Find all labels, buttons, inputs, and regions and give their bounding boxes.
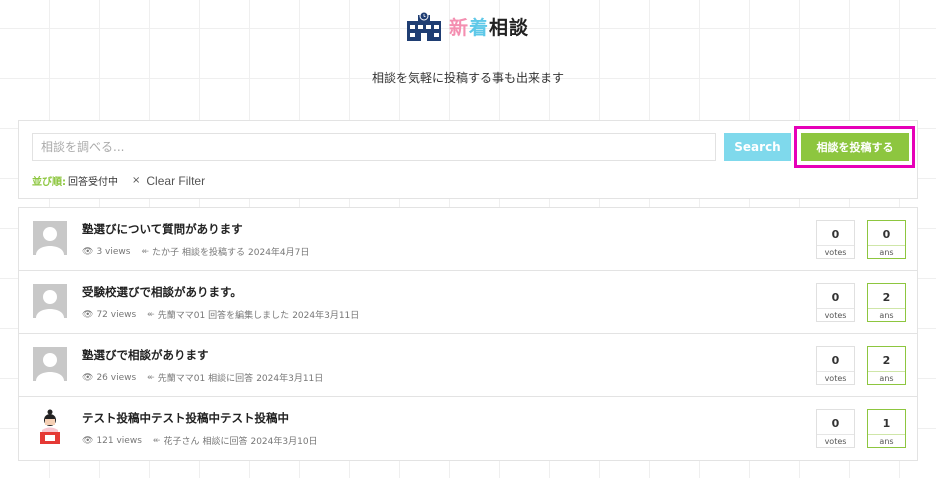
view-count: 26 views: [96, 372, 137, 383]
votes-count: 0: [831, 228, 840, 241]
question-meta: 👁 3 views ↞ たか子 相談を投稿する 2024年4月7日: [82, 245, 312, 259]
answers-count: 0: [882, 228, 891, 241]
eye-icon: 👁: [82, 435, 94, 446]
answers-box: 1 ans: [867, 409, 906, 448]
view-count: 121 views: [96, 435, 142, 446]
page-subtitle: 相談を気軽に投稿する事も出来ます: [371, 71, 564, 85]
activity-icon: ↞: [147, 372, 155, 383]
eye-icon: 👁: [82, 372, 94, 383]
search-input[interactable]: [32, 133, 716, 161]
answers-label: ans: [868, 308, 905, 320]
school-building-icon: [406, 11, 441, 41]
answers-count: 2: [882, 354, 891, 367]
sort-value[interactable]: 回答受付中: [68, 173, 118, 188]
activity-action: 回答を編集しました: [208, 311, 290, 321]
votes-count: 0: [831, 354, 840, 367]
clear-filter-link[interactable]: Clear Filter: [146, 174, 205, 188]
answers-box: 0 ans: [867, 220, 906, 259]
activity-icon: ↞: [147, 309, 155, 320]
question-meta: 👁 26 views ↞ 先蘭ママ01 相談に回答 2024年3月11日: [82, 371, 326, 385]
avatar: [33, 347, 67, 381]
question-item[interactable]: 塾選びについて質問があります 👁 3 views ↞ たか子 相談を投稿する 2…: [19, 208, 917, 271]
votes-count: 0: [831, 417, 840, 430]
question-item[interactable]: 塾選びで相談があります 👁 26 views ↞ 先蘭ママ01 相談に回答 20…: [19, 334, 917, 397]
search-panel: Search 相談を投稿する 並び順: 回答受付中 × Clear Filter: [18, 120, 918, 199]
post-question-button[interactable]: 相談を投稿する: [801, 133, 909, 161]
view-count: 72 views: [96, 309, 137, 320]
activity-action: 相談に回答: [202, 437, 248, 447]
activity-icon: ↞: [152, 435, 161, 446]
user-name[interactable]: 先蘭ママ01: [158, 308, 205, 321]
votes-box: 0 votes: [816, 220, 855, 259]
answers-box: 2 ans: [867, 346, 906, 385]
answers-label: ans: [868, 434, 905, 446]
avatar: [33, 284, 67, 318]
activity-date: 2024年3月11日: [256, 374, 324, 384]
answers-count: 1: [882, 417, 891, 430]
activity-action: 相談に回答: [208, 374, 254, 384]
activity-date: 2024年3月10日: [250, 437, 318, 447]
answers-label: ans: [868, 245, 905, 257]
question-item[interactable]: テスト投稿中テスト投稿中テスト投稿中 👁 121 views ↞ 花子さん 相談…: [19, 397, 917, 460]
avatar: [33, 221, 67, 255]
question-meta: 👁 72 views ↞ 先蘭ママ01 回答を編集しました 2024年3月11日: [82, 308, 362, 322]
avatar: [33, 408, 67, 444]
eye-icon: 👁: [82, 246, 94, 257]
votes-box: 0 votes: [816, 346, 855, 385]
user-name[interactable]: 先蘭ママ01: [158, 371, 205, 384]
question-list: 塾選びについて質問があります 👁 3 views ↞ たか子 相談を投稿する 2…: [18, 207, 918, 461]
page-title: 新着相談: [449, 13, 529, 40]
votes-label: votes: [817, 245, 854, 257]
activity-date: 2024年3月11日: [292, 311, 360, 321]
votes-label: votes: [817, 371, 854, 383]
question-title[interactable]: 塾選びについて質問があります: [82, 221, 243, 237]
eye-icon: 👁: [82, 309, 94, 320]
search-button[interactable]: Search: [724, 133, 791, 161]
title-part-arrival: 着: [468, 16, 489, 39]
activity-icon: ↞: [141, 246, 149, 257]
question-title[interactable]: 受験校選びで相談があります。: [82, 284, 242, 300]
title-part-consult: 相談: [489, 16, 530, 39]
question-meta: 👁 121 views ↞ 花子さん 相談に回答 2024年3月10日: [82, 434, 321, 448]
title-part-new: 新: [448, 16, 469, 39]
votes-count: 0: [831, 291, 840, 304]
user-name[interactable]: 花子さん: [163, 434, 199, 447]
sort-label: 並び順:: [32, 177, 66, 188]
filter-row: 並び順: 回答受付中 × Clear Filter: [32, 173, 205, 189]
answers-label: ans: [868, 371, 905, 383]
votes-label: votes: [817, 434, 854, 446]
close-icon[interactable]: ×: [132, 175, 140, 186]
activity-action: 相談を投稿する: [182, 248, 246, 258]
view-count: 3 views: [96, 246, 131, 257]
page-header: 新着相談: [0, 8, 936, 44]
user-name[interactable]: たか子: [152, 245, 179, 258]
activity-date: 2024年4月7日: [248, 248, 310, 258]
answers-box: 2 ans: [867, 283, 906, 322]
question-item[interactable]: 受験校選びで相談があります。 👁 72 views ↞ 先蘭ママ01 回答を編集…: [19, 271, 917, 334]
question-title[interactable]: テスト投稿中テスト投稿中テスト投稿中: [82, 410, 289, 426]
votes-box: 0 votes: [816, 409, 855, 448]
votes-label: votes: [817, 308, 854, 320]
votes-box: 0 votes: [816, 283, 855, 322]
answers-count: 2: [882, 291, 891, 304]
question-title[interactable]: 塾選びで相談があります: [82, 347, 209, 363]
